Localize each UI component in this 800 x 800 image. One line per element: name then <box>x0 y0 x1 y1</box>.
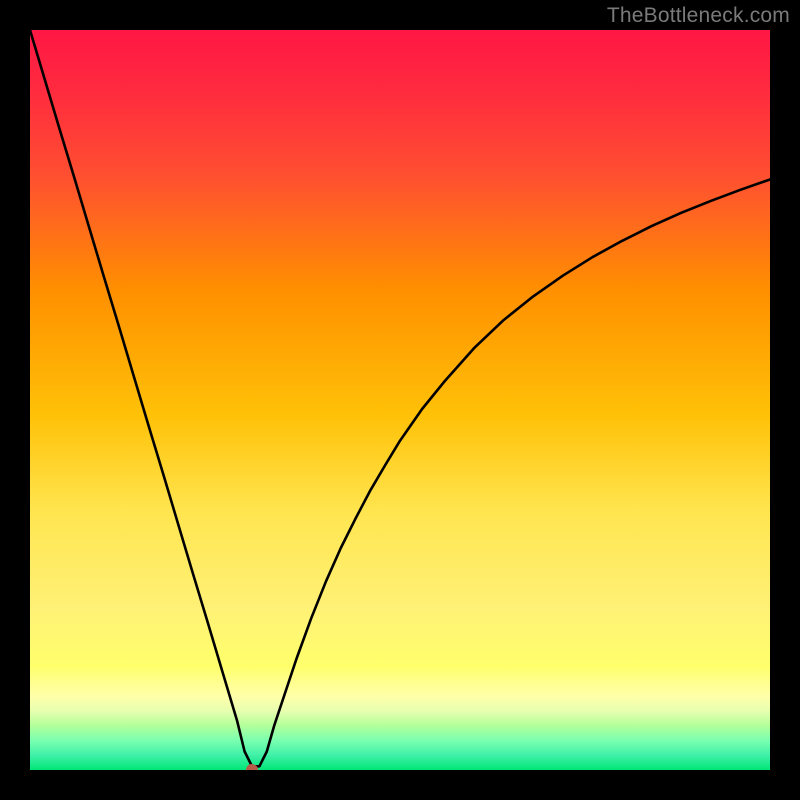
attribution-text: TheBottleneck.com <box>607 4 790 28</box>
chart-container: TheBottleneck.com <box>0 0 800 800</box>
chart-plot <box>30 30 770 770</box>
